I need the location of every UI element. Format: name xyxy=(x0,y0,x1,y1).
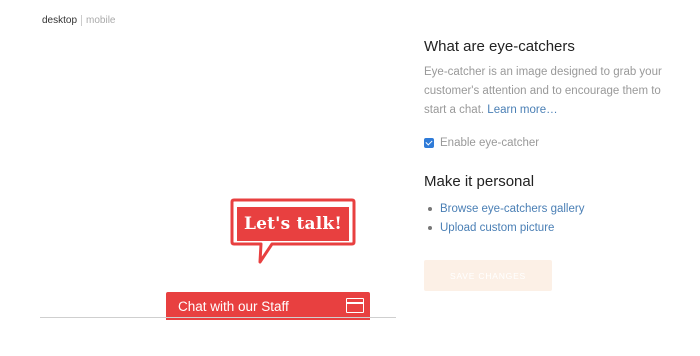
bullet-icon xyxy=(428,206,432,211)
eye-catcher-preview[interactable]: Let's talk! xyxy=(230,198,356,266)
preview-baseline xyxy=(40,317,396,318)
enable-eye-catcher-checkbox[interactable] xyxy=(424,138,434,148)
enable-eye-catcher-label[interactable]: Enable eye-catcher xyxy=(440,137,539,149)
mobile-view-option[interactable]: mobile xyxy=(86,15,115,26)
save-changes-button[interactable]: SAVE CHANGES xyxy=(424,260,552,291)
section-title-personal: Make it personal xyxy=(424,173,535,190)
view-toggle: desktop mobile xyxy=(42,15,116,26)
desktop-view-option[interactable]: desktop xyxy=(42,15,77,26)
enable-eye-catcher-row[interactable]: Enable eye-catcher xyxy=(424,137,539,149)
chat-bar[interactable]: Chat with our Staff xyxy=(166,292,370,320)
list-item: Browse eye-catchers gallery xyxy=(428,199,584,218)
list-item: Upload custom picture xyxy=(428,218,584,237)
info-panel: What are eye-catchers Eye-catcher is an … xyxy=(424,38,674,120)
learn-more-link[interactable]: Learn more… xyxy=(487,104,557,116)
browse-gallery-link[interactable]: Browse eye-catchers gallery xyxy=(440,203,584,215)
personalize-links: Browse eye-catchers gallery Upload custo… xyxy=(428,199,584,237)
window-icon[interactable] xyxy=(346,298,364,313)
section-title-eye-catchers: What are eye-catchers xyxy=(424,38,575,55)
eye-catcher-text: Let's talk! xyxy=(243,214,343,234)
toggle-divider xyxy=(81,15,83,26)
bullet-icon xyxy=(428,225,432,230)
chat-bar-label: Chat with our Staff xyxy=(178,298,289,314)
upload-picture-link[interactable]: Upload custom picture xyxy=(440,222,554,234)
eye-catcher-description: Eye-catcher is an image designed to grab… xyxy=(424,63,664,120)
